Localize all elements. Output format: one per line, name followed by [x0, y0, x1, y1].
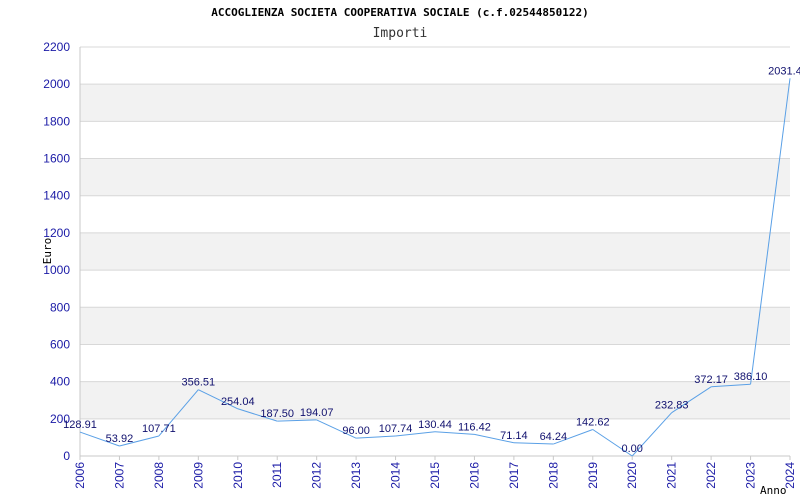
- plot-bands: [80, 84, 790, 419]
- data-label: 142.62: [576, 416, 610, 428]
- y-tick-label: 1200: [43, 226, 70, 240]
- x-tick-label: 2017: [507, 462, 521, 489]
- data-label: 107.74: [379, 423, 413, 435]
- x-tick-label: 2013: [349, 462, 363, 489]
- x-tick-label: 2009: [191, 462, 205, 489]
- x-tick-label: 2018: [546, 462, 560, 489]
- data-label: 64.24: [540, 431, 568, 443]
- x-tick-label: 2008: [152, 462, 166, 489]
- x-tick-label: 2023: [744, 462, 758, 489]
- data-label: 130.44: [418, 419, 452, 431]
- x-tick-label: 2021: [665, 462, 679, 489]
- data-label: 254.04: [221, 396, 255, 408]
- data-label: 0.00: [622, 443, 643, 455]
- chart-subtitle: Importi: [373, 26, 428, 41]
- line-chart: ACCOGLIENZA SOCIETA COOPERATIVA SOCIALE …: [41, 6, 800, 497]
- y-tick-label: 0: [63, 449, 70, 463]
- x-tick-labels: 2006 2007 2008 2009 2010 2011 2012 2013 2014 2015…: [73, 462, 797, 489]
- x-tick-label: 2012: [310, 462, 324, 489]
- data-label: 356.51: [182, 377, 216, 389]
- y-tick-label: 800: [50, 300, 70, 314]
- data-label: 194.07: [300, 407, 334, 419]
- x-tick-label: 2020: [625, 462, 639, 489]
- chart-title: ACCOGLIENZA SOCIETA COOPERATIVA SOCIALE …: [211, 6, 589, 19]
- x-tick-label: 2014: [389, 462, 403, 489]
- data-label: 128.91: [63, 419, 97, 431]
- y-tick-label: 2000: [43, 77, 70, 91]
- x-tick-label: 2010: [231, 462, 245, 489]
- grid-band: [80, 158, 790, 196]
- x-tick-label: 2007: [112, 462, 126, 489]
- data-label: 71.14: [500, 430, 528, 442]
- y-tick-label: 1600: [43, 152, 70, 166]
- x-tick-label: 2006: [73, 462, 87, 489]
- data-label: 187.50: [260, 408, 294, 420]
- y-tick-label: 1400: [43, 189, 70, 203]
- data-label: 53.92: [106, 433, 134, 445]
- y-tick-label: 2200: [43, 40, 70, 54]
- grid-band: [80, 232, 790, 271]
- x-tick-label: 2015: [428, 462, 442, 489]
- y-axis-label: Euro: [41, 238, 54, 265]
- data-label: 386.10: [734, 371, 768, 383]
- x-tick-label: 2016: [467, 462, 481, 489]
- y-tick-label: 1800: [43, 114, 70, 128]
- data-label: 116.42: [458, 421, 491, 433]
- grid-band: [80, 307, 790, 345]
- data-label: 2031.4: [768, 65, 800, 77]
- y-tick-label: 400: [50, 375, 70, 389]
- data-label: 372.17: [694, 374, 728, 386]
- x-tick-label: 2011: [270, 462, 284, 488]
- x-tick-label: 2022: [704, 462, 718, 489]
- grid-band: [80, 84, 790, 122]
- x-tick-label: 2019: [586, 462, 600, 489]
- y-tick-label: 1000: [43, 263, 70, 277]
- data-label: 96.00: [342, 425, 370, 437]
- y-tick-label: 600: [50, 337, 70, 351]
- x-tick-label: 2024: [783, 462, 797, 489]
- data-label: 107.71: [142, 423, 176, 435]
- data-label: 232.83: [655, 400, 689, 412]
